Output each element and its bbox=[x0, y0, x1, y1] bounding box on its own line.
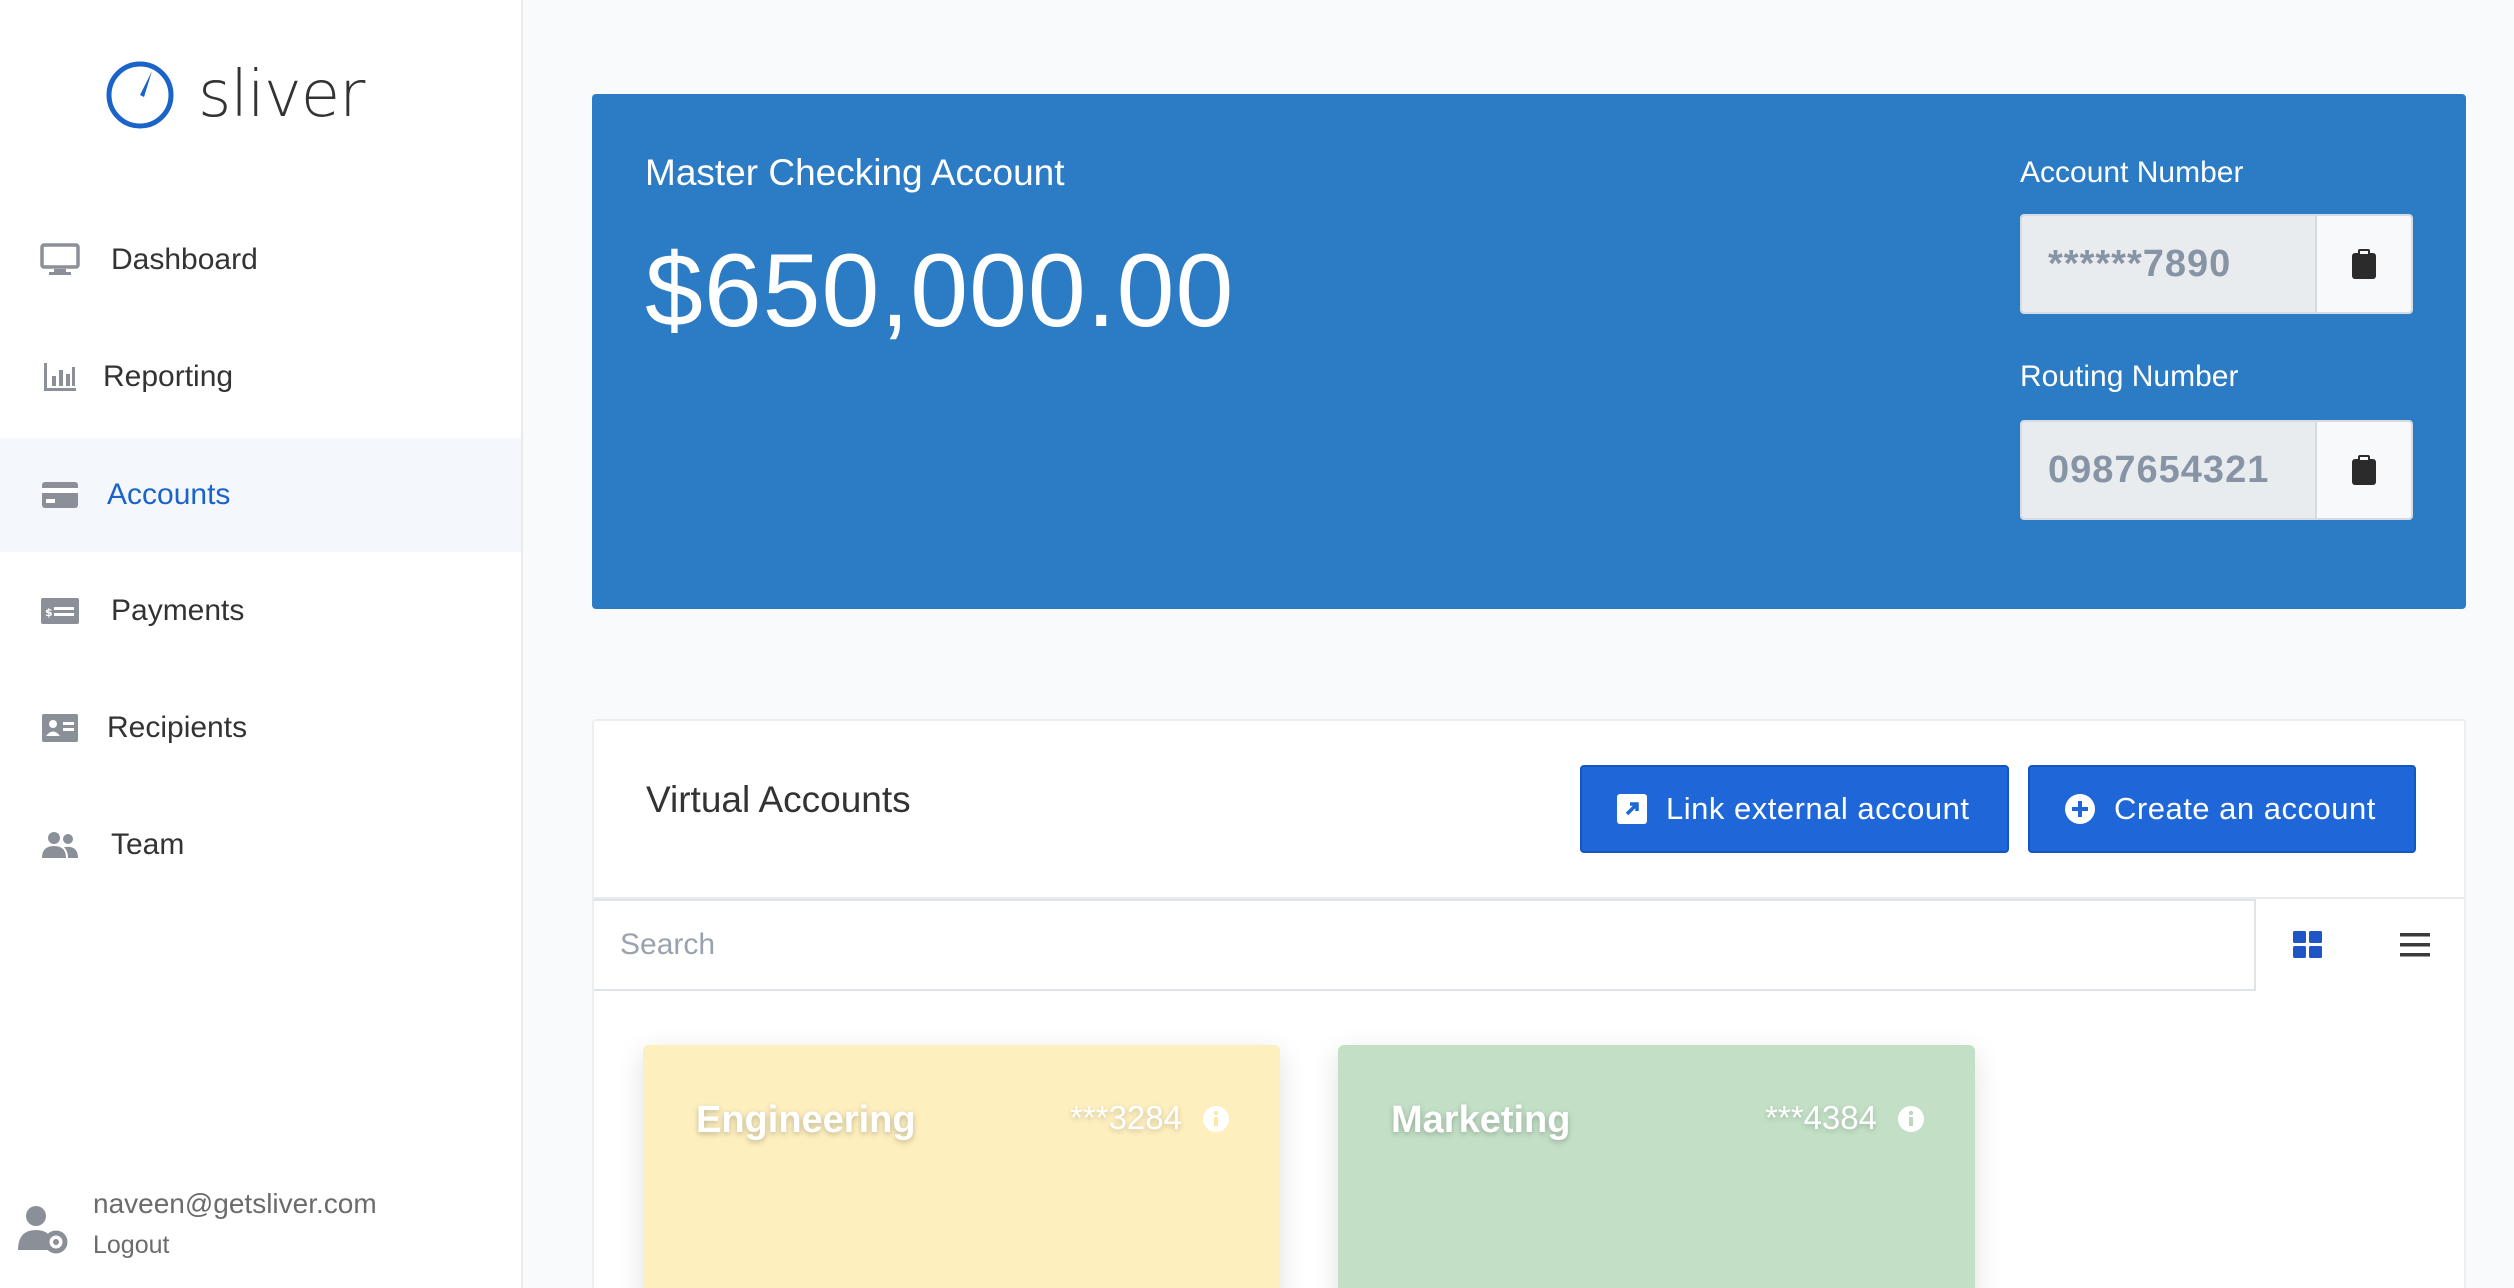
user-email: naveen@getsliver.com bbox=[93, 1188, 377, 1219]
account-card-number: ***4384 bbox=[1765, 1099, 1877, 1136]
clipboard-icon bbox=[2352, 249, 2376, 279]
master-account-balance: $650,000.00 bbox=[645, 233, 1235, 349]
grid-icon bbox=[2293, 931, 2322, 958]
user-cog-icon bbox=[18, 1206, 68, 1254]
list-view-button[interactable] bbox=[2389, 919, 2441, 971]
create-account-button[interactable]: Create an account bbox=[2028, 765, 2416, 853]
search-input[interactable] bbox=[594, 899, 2256, 991]
account-card-name: Engineering bbox=[696, 1099, 916, 1141]
monitor-icon bbox=[38, 238, 82, 282]
sidebar-item-label: Dashboard bbox=[111, 243, 258, 276]
account-card-name: Marketing bbox=[1391, 1099, 1571, 1141]
sidebar-item-label: Team bbox=[111, 828, 185, 861]
account-number-label: Account Number bbox=[2020, 156, 2244, 189]
sidebar-item-label: Payments bbox=[111, 594, 245, 627]
plus-circle-icon bbox=[2065, 794, 2095, 824]
info-icon[interactable] bbox=[1897, 1105, 1925, 1133]
credit-card-icon bbox=[38, 473, 82, 517]
svg-text:$: $ bbox=[45, 606, 53, 619]
account-card-engineering[interactable]: Engineering ***3284 bbox=[643, 1045, 1280, 1288]
logout-link[interactable]: Logout bbox=[93, 1231, 169, 1260]
sidebar-item-dashboard[interactable]: Dashboard bbox=[0, 203, 521, 317]
money-check-icon: $ bbox=[38, 589, 82, 633]
account-number-field: ******7890 bbox=[2020, 214, 2413, 314]
grid-view-button[interactable] bbox=[2282, 919, 2334, 971]
routing-number-field: 0987654321 bbox=[2020, 420, 2413, 520]
account-card-number: ***3284 bbox=[1070, 1099, 1182, 1136]
account-number-value[interactable]: ******7890 bbox=[2022, 216, 2315, 312]
virtual-accounts-title: Virtual Accounts bbox=[646, 779, 911, 820]
sidebar-item-reporting[interactable]: Reporting bbox=[0, 320, 521, 434]
copy-routing-number-button[interactable] bbox=[2315, 422, 2411, 518]
create-account-label: Create an account bbox=[2114, 791, 2376, 826]
brand-name: sliver bbox=[198, 58, 365, 132]
compass-logo-icon bbox=[106, 61, 174, 129]
routing-number-value[interactable]: 0987654321 bbox=[2022, 422, 2315, 518]
routing-number-label: Routing Number bbox=[2020, 360, 2239, 393]
sidebar-item-label: Recipients bbox=[107, 711, 248, 744]
address-card-icon bbox=[38, 706, 82, 750]
external-link-icon bbox=[1617, 794, 1647, 824]
users-icon bbox=[38, 823, 82, 867]
list-icon bbox=[2400, 933, 2430, 957]
master-account-title: Master Checking Account bbox=[645, 152, 1065, 193]
link-external-account-button[interactable]: Link external account bbox=[1580, 765, 2009, 853]
sidebar-item-recipients[interactable]: Recipients bbox=[0, 671, 521, 785]
sidebar-item-accounts[interactable]: Accounts bbox=[0, 438, 521, 552]
info-icon[interactable] bbox=[1202, 1105, 1230, 1133]
copy-account-number-button[interactable] bbox=[2315, 216, 2411, 312]
account-card-marketing[interactable]: Marketing ***4384 bbox=[1338, 1045, 1975, 1288]
link-external-account-label: Link external account bbox=[1666, 791, 1970, 826]
sidebar-item-team[interactable]: Team bbox=[0, 788, 521, 902]
virtual-accounts-panel: Virtual Accounts Link external account C… bbox=[592, 719, 2466, 1288]
clipboard-icon bbox=[2352, 455, 2376, 485]
sidebar-item-label: Reporting bbox=[103, 360, 234, 393]
sidebar-item-payments[interactable]: $ Payments bbox=[0, 554, 521, 668]
bar-chart-icon bbox=[38, 355, 82, 399]
sidebar: sliver Dashboard Reporting Accounts $ Pa… bbox=[0, 0, 523, 1288]
sidebar-item-label: Accounts bbox=[107, 478, 231, 511]
logo[interactable]: sliver bbox=[104, 58, 365, 132]
master-account-card: Master Checking Account $650,000.00 Acco… bbox=[592, 94, 2466, 609]
